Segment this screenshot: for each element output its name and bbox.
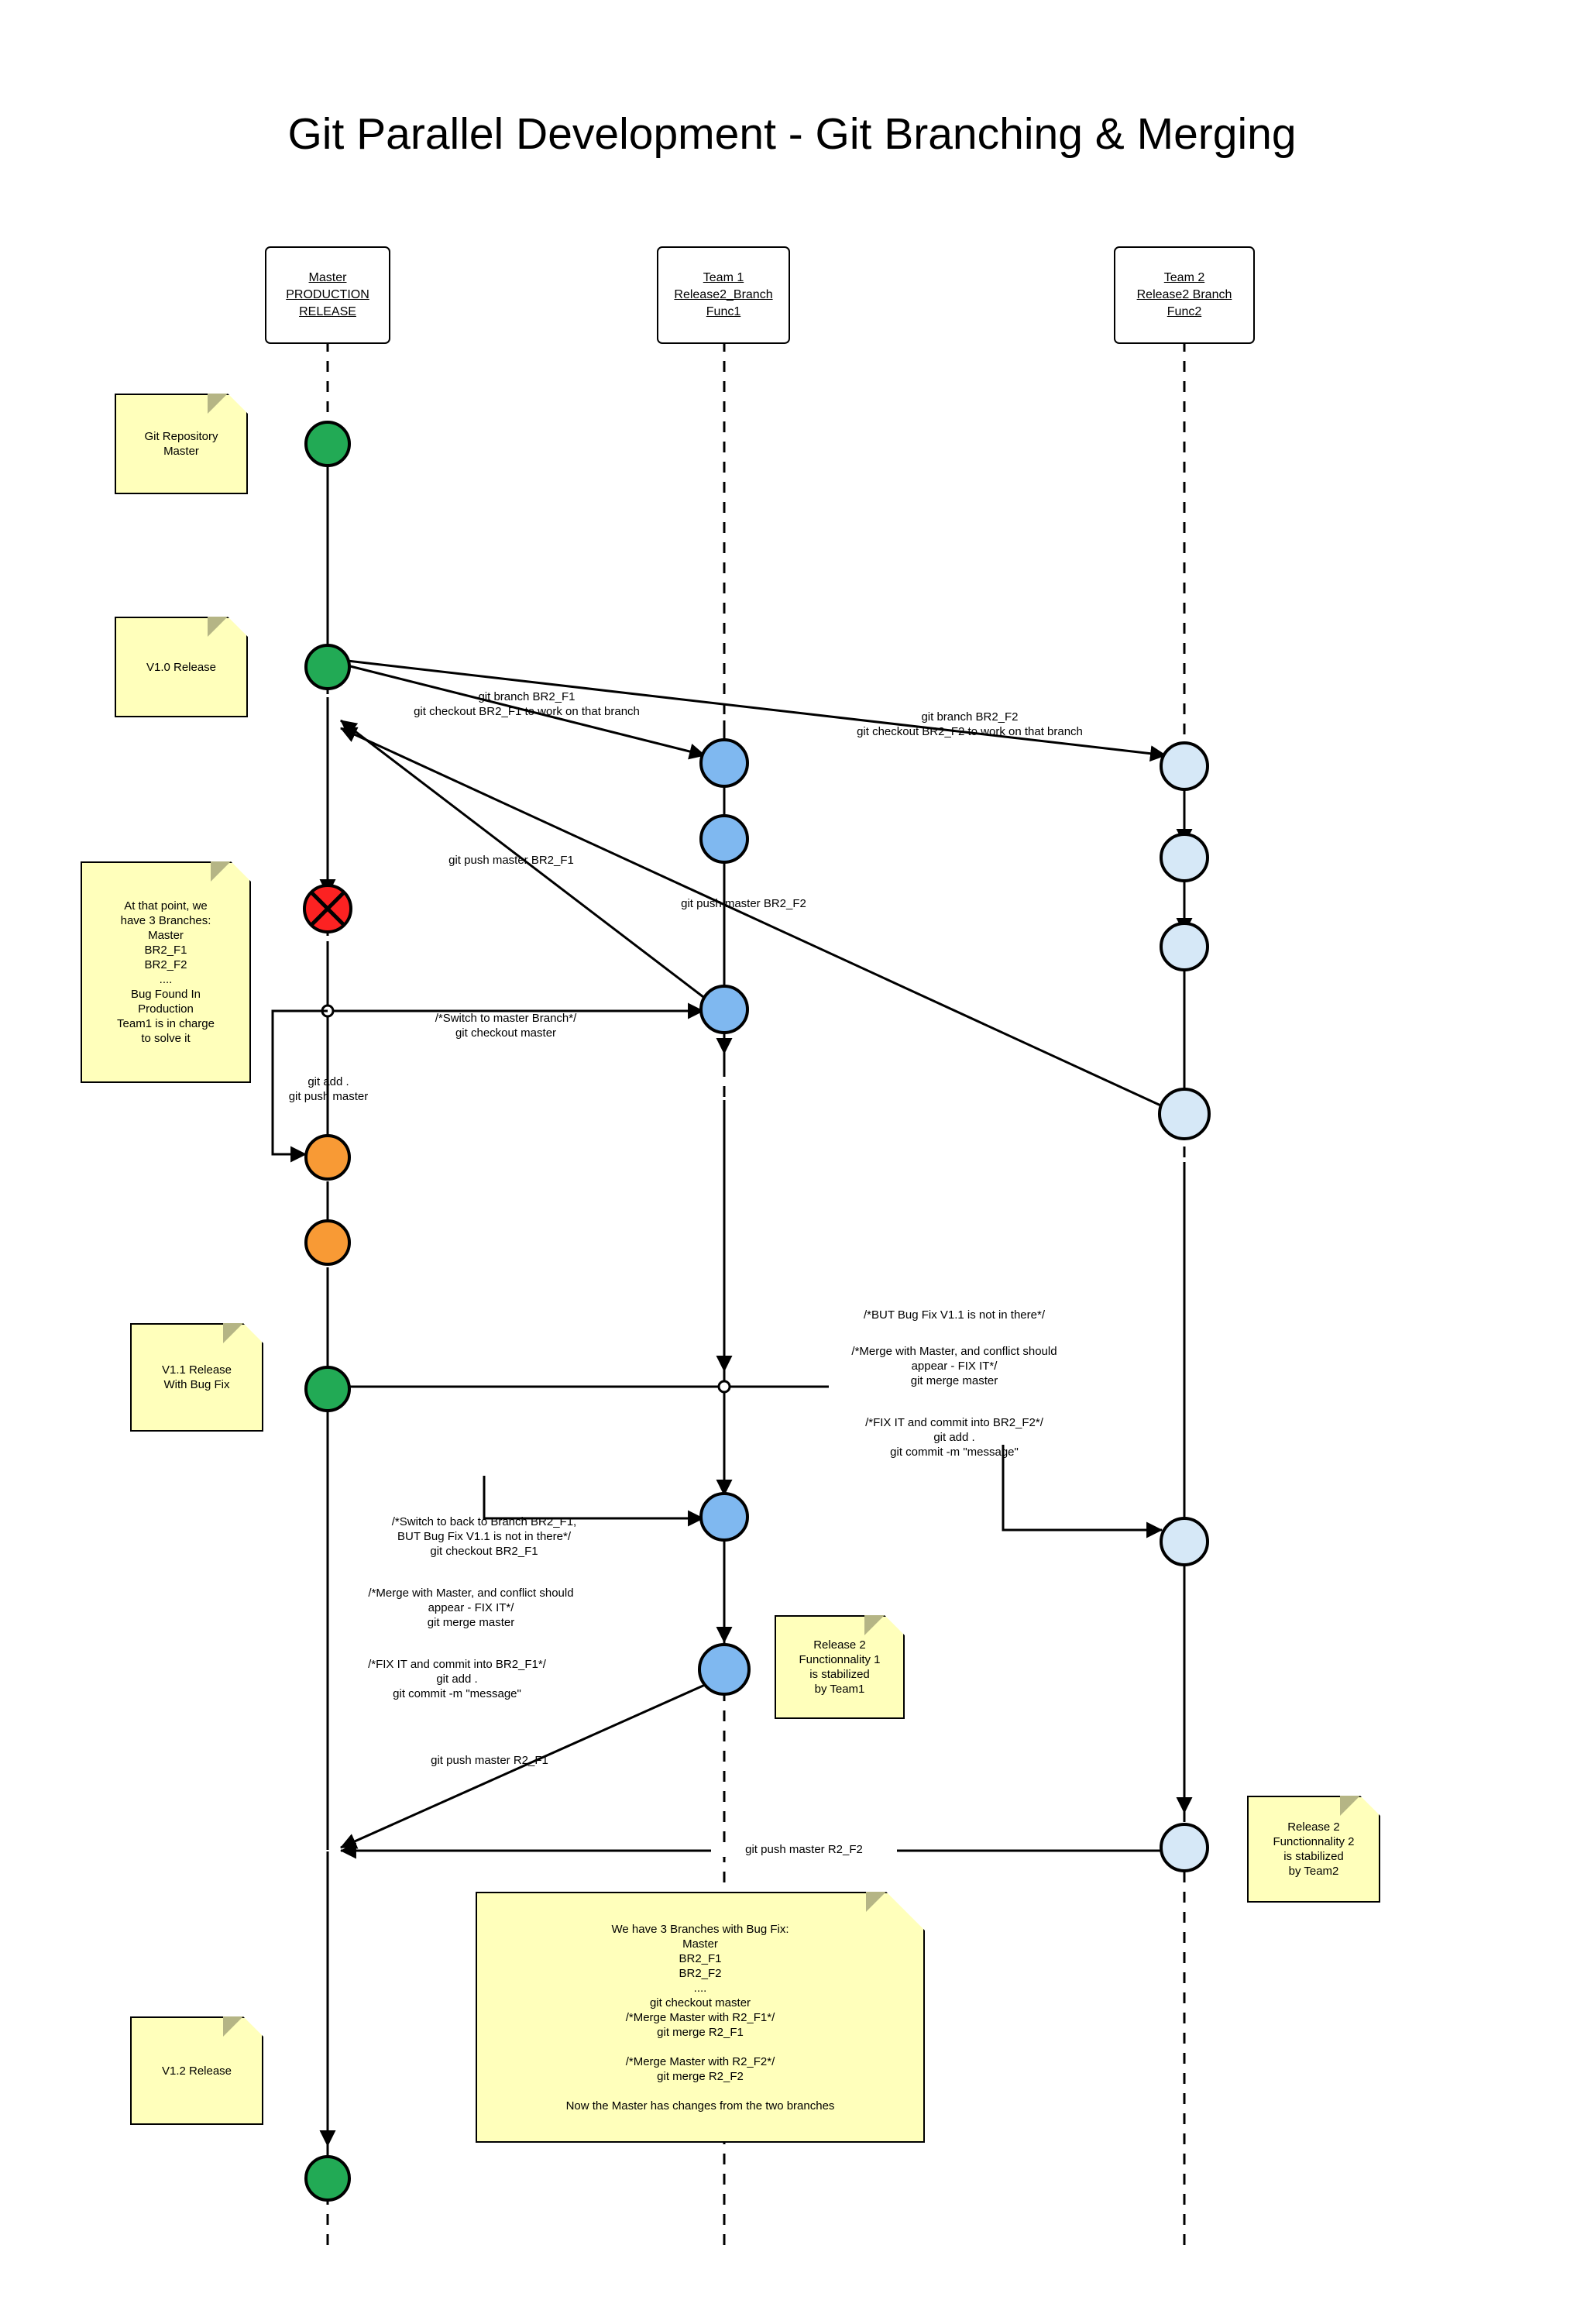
lifeline-header-team1[interactable]: Team 1 Release2_Branch Func1 [657, 246, 790, 344]
note-fold-icon [1340, 1796, 1380, 1816]
diagram-canvas: Git Parallel Development - Git Branching… [0, 0, 1584, 2324]
node-master-v10 [304, 644, 351, 690]
note-fold-icon [208, 617, 248, 637]
edge-label-merge-master-conflict-f2: /*Merge with Master, and conflict should… [851, 1345, 1057, 1387]
lifeline-team2-line-2: Release2 Branch [1136, 288, 1232, 301]
node-team1-commit-2 [699, 814, 749, 864]
edge-label-push-master-r2-f2: git push master R2_F2 [711, 1842, 897, 1857]
lifeline-team2-line-1: Team 2 [1163, 271, 1205, 284]
node-team2-commit-5 [1160, 1517, 1209, 1566]
edge-label-switch-to-master: /*Switch to master Branch*/ git checkout… [435, 1012, 577, 1040]
lifeline-master-line-1: Master [308, 271, 347, 284]
note-fold-icon [223, 1323, 263, 1343]
edge-label-git-add-push-master: git add . git push master [288, 1075, 369, 1103]
edge-label-fix-commit-br2-f1: /*FIX IT and commit into BR2_F1*/ git ad… [368, 1658, 546, 1700]
note-v10-release: V1.0 Release [115, 617, 248, 717]
lifeline-team1-line-1: Team 1 [703, 271, 744, 284]
note-v12-release: V1.2 Release [130, 2016, 263, 2125]
note-release2-func1: Release 2 Functionnality 1 is stabilized… [775, 1615, 905, 1719]
note-fold-icon [223, 2016, 263, 2037]
note-git-repository-master: Git Repository Master [115, 394, 248, 494]
edge-label-branch-br2-f2: git branch BR2_F2 git checkout BR2_F2 to… [857, 710, 1083, 738]
node-master-initial [304, 421, 351, 467]
node-master-v12 [304, 2155, 351, 2202]
lifeline-header-master[interactable]: Master PRODUCTION RELEASE [265, 246, 390, 344]
note-v11-release: V1.1 Release With Bug Fix [130, 1323, 263, 1432]
note-three-branches: At that point, we have 3 Branches: Maste… [81, 861, 251, 1083]
node-team2-commit-3 [1160, 922, 1209, 971]
node-team1-commit-1 [699, 738, 749, 788]
edge-label-bugfix-not-in-there-f2: /*BUT Bug Fix V1.1 is not in there*/ [863, 1308, 1045, 1322]
node-master-fix-2 [304, 1219, 351, 1266]
edge-label-merge-master-conflict-f1: /*Merge with Master, and conflict should… [368, 1587, 574, 1629]
lifeline-team2-line-3: Func2 [1167, 305, 1202, 318]
note-fold-icon [208, 394, 248, 414]
node-team2-commit-4 [1158, 1088, 1211, 1140]
lifeline-team1-line-2: Release2_Branch [674, 288, 773, 301]
node-team2-commit-1 [1160, 741, 1209, 791]
node-master-fix-1 [304, 1134, 351, 1181]
edge-label-push-master-r2-f1: git push master R2_F1 [431, 1754, 548, 1767]
edge-label-push-master-br2-f2: git push master BR2_F2 [681, 897, 806, 910]
note-merge-summary: We have 3 Branches with Bug Fix: Master … [476, 1892, 925, 2143]
lifeline-master-line-3: RELEASE [299, 305, 356, 318]
node-team1-commit-3 [699, 985, 749, 1034]
note-fold-icon [211, 861, 251, 882]
node-team2-commit-6 [1160, 1823, 1209, 1872]
edge-label-fix-commit-br2-f2: /*FIX IT and commit into BR2_F2*/ git ad… [865, 1416, 1043, 1459]
lifeline-header-team2[interactable]: Team 2 Release2 Branch Func2 [1114, 246, 1255, 344]
lifeline-team1-line-3: Func1 [706, 305, 741, 318]
note-fold-icon [866, 1892, 925, 1930]
node-master-bug [303, 884, 352, 933]
note-fold-icon [864, 1615, 905, 1635]
edge-label-switch-back-br2-f1: /*Switch to back to Branch BR2_F1, BUT B… [391, 1515, 577, 1558]
edge-label-branch-br2-f1: git branch BR2_F1 git checkout BR2_F1 to… [414, 690, 640, 718]
node-master-v11 [304, 1366, 351, 1412]
node-team1-commit-5 [698, 1643, 751, 1696]
edge-label-push-master-br2-f1: git push master BR2_F1 [448, 854, 574, 867]
node-team2-commit-2 [1160, 833, 1209, 882]
note-release2-func2: Release 2 Functionnality 2 is stabilized… [1247, 1796, 1380, 1903]
node-team1-commit-4 [699, 1492, 749, 1542]
lifeline-master-line-2: PRODUCTION [286, 288, 369, 301]
